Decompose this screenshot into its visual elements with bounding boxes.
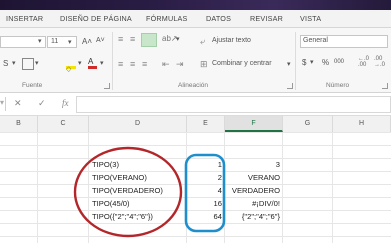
red-ellipse-annotation [73,146,183,238]
annotation-layer [73,146,226,238]
blue-rect-annotation [184,153,226,233]
